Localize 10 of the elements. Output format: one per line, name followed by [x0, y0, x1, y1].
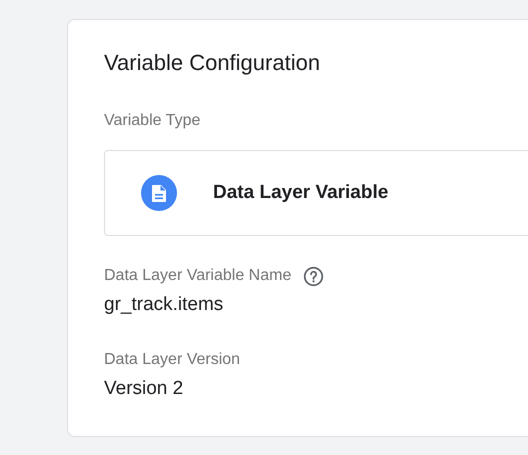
field-value: gr_track.items: [104, 293, 224, 317]
field-label: Data Layer Version: [104, 350, 240, 370]
field-value: Version 2: [104, 377, 184, 401]
card-title: Variable Configuration: [104, 50, 322, 76]
field-label: Variable Type: [104, 111, 200, 131]
variable-type-selector[interactable]: Data Layer Variable: [104, 150, 528, 236]
document-icon: [141, 175, 177, 211]
variable-type-value: Data Layer Variable: [213, 182, 388, 204]
field-label: Data Layer Variable Name: [104, 266, 292, 286]
help-icon[interactable]: [303, 266, 324, 286]
